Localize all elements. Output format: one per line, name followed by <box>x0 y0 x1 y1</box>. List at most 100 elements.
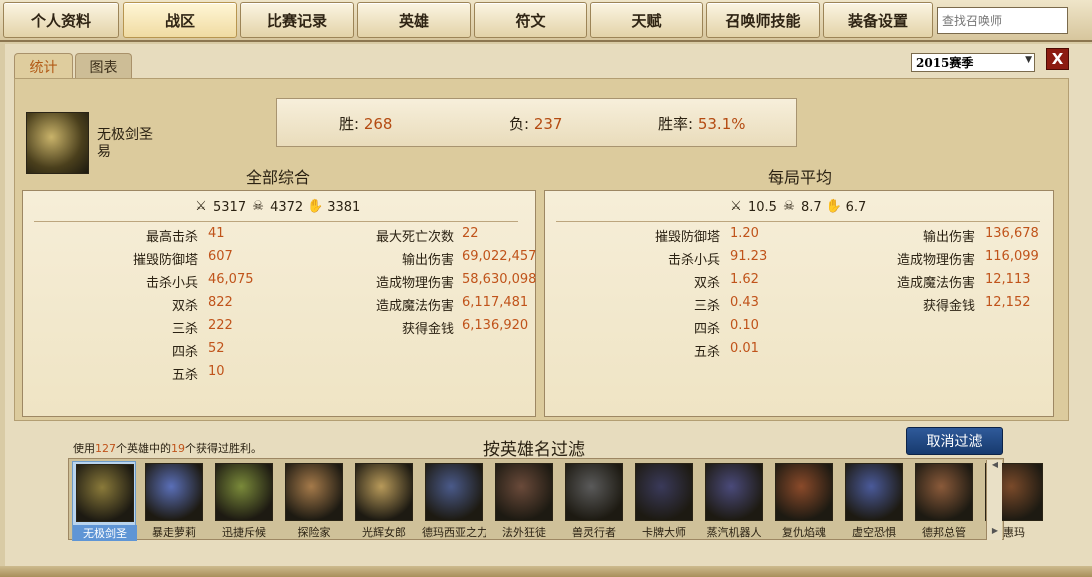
stat-label: 造成魔法伤害 <box>896 276 975 291</box>
stat-value: 22 <box>462 226 479 241</box>
stat-value: 0.10 <box>730 318 759 333</box>
hero-count: 127 <box>95 442 116 455</box>
tab-match-history[interactable]: 比赛记录 <box>240 2 354 38</box>
champion-portrait <box>775 463 833 521</box>
stat-value: 822 <box>208 295 233 310</box>
champion-tile[interactable]: 德邦总管 <box>912 461 976 541</box>
wins-label: 胜: <box>339 115 360 133</box>
stat-value: 58,630,098 <box>462 272 537 287</box>
champion-tile[interactable]: 迅捷斥候 <box>212 461 276 541</box>
champion-strip-scrollbar[interactable]: ◀ ▶ <box>986 460 1002 540</box>
winrate-stat: 胜率: 53.1% <box>658 113 746 134</box>
total-section-title: 全部综合 <box>246 168 311 187</box>
total-kda-line: ⚔ 5317 ☠ 4372 ✋ 3381 <box>193 199 360 215</box>
champion-portrait <box>76 464 134 522</box>
stat-label: 最高击杀 <box>145 230 198 245</box>
champion-portrait <box>285 463 343 521</box>
win-mid: 个英雄中的 <box>116 442 171 455</box>
avg-deaths: 8.7 <box>800 199 822 215</box>
average-section-title: 每局平均 <box>768 168 833 187</box>
stat-label: 双杀 <box>171 299 198 314</box>
champion-portrait <box>845 463 903 521</box>
champion-tile[interactable]: 复仇焰魂 <box>772 461 836 541</box>
tab-stats[interactable]: 统计 <box>14 53 73 79</box>
avg-kills: 10.5 <box>748 199 777 215</box>
total-deaths: 4372 <box>270 199 304 215</box>
season-select[interactable]: 2015赛季 ▼ <box>911 53 1035 72</box>
champion-tile[interactable]: 德玛西亚之力 <box>422 461 486 541</box>
tab-item-sets[interactable]: 装备设置 <box>823 2 933 38</box>
champion-tile-name: 虚空恐惧 <box>852 526 896 539</box>
stat-label: 击杀小兵 <box>145 276 198 291</box>
stat-label: 四杀 <box>171 345 198 360</box>
champion-alias: 易 <box>97 144 111 160</box>
champion-title: 无极剑圣 <box>97 127 153 143</box>
losses-value: 237 <box>533 115 563 133</box>
wins-value: 268 <box>363 115 393 133</box>
champion-tile[interactable]: 蒸汽机器人 <box>702 461 766 541</box>
stat-label: 最大死亡次数 <box>375 230 454 245</box>
champion-tile[interactable]: 探险家 <box>282 461 346 541</box>
sword-icon: ⚔ <box>195 199 207 214</box>
season-selected-value: 2015赛季 <box>916 56 974 70</box>
total-assists: 3381 <box>327 199 361 215</box>
filter-title: 按英雄名过滤 <box>483 440 585 460</box>
champion-tile-name: 蒸汽机器人 <box>706 526 762 539</box>
stat-label: 造成物理伤害 <box>375 276 454 291</box>
champion-tile-name: 暴走萝莉 <box>152 526 196 539</box>
tab-summoner-spells[interactable]: 召唤师技能 <box>706 2 820 38</box>
average-divider <box>556 221 1040 222</box>
scroll-down-icon[interactable]: ▶ <box>987 526 1003 540</box>
stat-value: 1.20 <box>730 226 759 241</box>
tab-runes[interactable]: 符文 <box>474 2 587 38</box>
champion-tile[interactable]: 虚空恐惧 <box>842 461 906 541</box>
losses-stat: 负: 237 <box>509 113 562 134</box>
bottom-frame <box>0 566 1092 577</box>
champion-tile-name: 光辉女郎 <box>362 526 406 539</box>
average-kda-line: ⚔ 10.5 ☠ 8.7 ✋ 6.7 <box>728 199 866 215</box>
stat-value: 136,678 <box>985 226 1039 241</box>
champion-tile[interactable]: 法外狂徒 <box>492 461 556 541</box>
stat-value: 12,152 <box>985 295 1031 310</box>
tab-champions[interactable]: 英雄 <box>357 2 471 38</box>
tab-battleground[interactable]: 战区 <box>123 2 237 38</box>
tab-profile[interactable]: 个人资料 <box>3 2 119 38</box>
champion-portrait <box>565 463 623 521</box>
champion-portrait <box>355 463 413 521</box>
scroll-up-icon[interactable]: ◀ <box>987 460 1003 474</box>
champion-avatar <box>26 112 89 174</box>
champion-tile[interactable]: 卡牌大师 <box>632 461 696 541</box>
summoner-search-input[interactable] <box>937 7 1068 34</box>
stat-value: 6,136,920 <box>462 318 529 333</box>
tab-chart[interactable]: 图表 <box>75 53 132 79</box>
hand-icon: ✋ <box>307 199 324 214</box>
stat-value: 1.62 <box>730 272 759 287</box>
close-button[interactable]: X <box>1046 48 1069 70</box>
tab-masteries[interactable]: 天赋 <box>590 2 703 38</box>
champion-tile[interactable]: 光辉女郎 <box>352 461 416 541</box>
stat-label: 造成物理伤害 <box>896 253 975 268</box>
stat-label: 击杀小兵 <box>667 253 720 268</box>
clear-filter-button[interactable]: 取消过滤 <box>906 427 1003 455</box>
losses-label: 负: <box>509 115 530 133</box>
champion-tile[interactable]: 兽灵行者 <box>562 461 626 541</box>
winrate-label: 胜率: <box>658 115 694 133</box>
champion-tile-name: 探险家 <box>297 526 331 539</box>
champion-tile[interactable]: 暴走萝莉 <box>142 461 206 541</box>
stat-value: 116,099 <box>985 249 1039 264</box>
stat-value: 222 <box>208 318 233 333</box>
stat-value: 0.43 <box>730 295 759 310</box>
avg-assists: 6.7 <box>845 199 867 215</box>
won-count: 19 <box>171 442 185 455</box>
champion-tile-name: 无极剑圣 <box>73 525 137 541</box>
champion-tile[interactable]: 无极剑圣 <box>72 461 137 541</box>
stat-value: 41 <box>208 226 225 241</box>
champion-portrait <box>145 463 203 521</box>
champion-portrait <box>915 463 973 521</box>
champion-portrait <box>215 463 273 521</box>
champion-tile-name: 卡牌大师 <box>642 526 686 539</box>
stat-label: 三杀 <box>171 322 198 337</box>
win-suffix: 个获得过胜利。 <box>185 442 262 455</box>
champion-portrait <box>705 463 763 521</box>
hand-icon: ✋ <box>825 199 842 214</box>
